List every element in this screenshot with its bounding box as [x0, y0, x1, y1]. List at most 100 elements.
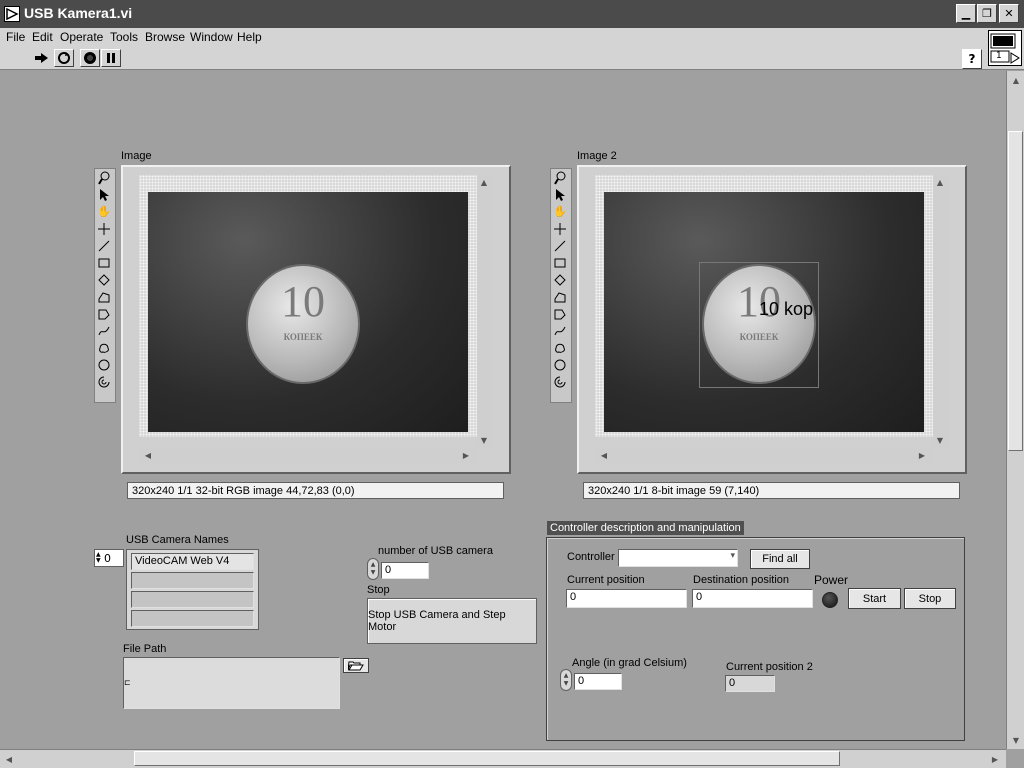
scroll-up-icon[interactable]: ▲: [477, 175, 491, 189]
run-arrow-icon: [35, 53, 48, 63]
image1-hscroll[interactable]: ◀ ▶: [139, 447, 477, 463]
run-button[interactable]: [32, 49, 52, 67]
start-button[interactable]: Start: [848, 588, 901, 609]
crosshair-icon[interactable]: [95, 220, 113, 237]
scroll-right-icon[interactable]: ▶: [915, 448, 929, 462]
menu-bar: File Edit Operate Tools Browse Window He…: [0, 28, 1024, 46]
hscroll-thumb[interactable]: [134, 751, 840, 766]
title-bar: USB Kamera1.vi ▁ ❐ ✕: [0, 0, 1024, 28]
decrement-icon[interactable]: ▼: [564, 680, 569, 688]
panel-hscroll[interactable]: ◀ ▶: [0, 749, 1006, 768]
restore-button[interactable]: ❐: [977, 4, 997, 23]
destination-position-label: Destination position: [693, 574, 790, 586]
scroll-up-icon[interactable]: ▲: [1009, 73, 1023, 87]
scroll-down-icon[interactable]: ▼: [477, 433, 491, 447]
power-label: Power: [814, 573, 849, 587]
menu-browse[interactable]: Browse: [145, 30, 185, 44]
menu-tools[interactable]: Tools: [110, 30, 138, 44]
increment-icon[interactable]: ▲: [564, 672, 569, 680]
polygon-icon[interactable]: [95, 288, 113, 305]
minimize-button[interactable]: ▁: [956, 4, 976, 23]
hand-icon[interactable]: ✋: [95, 203, 113, 220]
scroll-down-icon[interactable]: ▼: [933, 433, 947, 447]
scroll-right-icon[interactable]: ▶: [459, 448, 473, 462]
scroll-right-icon[interactable]: ▶: [988, 752, 1002, 766]
zoom-icon[interactable]: [551, 169, 569, 186]
number-camera-spinner[interactable]: ▲ ▼: [367, 558, 379, 580]
oval-icon[interactable]: [551, 356, 569, 373]
scroll-down-icon[interactable]: ▼: [1009, 733, 1023, 747]
rectangle-icon[interactable]: [551, 254, 569, 271]
line-icon[interactable]: [95, 237, 113, 254]
number-camera-input[interactable]: 0: [381, 562, 429, 579]
freehand-region-icon[interactable]: [551, 339, 569, 356]
scroll-left-icon[interactable]: ◀: [2, 752, 16, 766]
zoom-icon[interactable]: [95, 169, 113, 186]
decrement-icon[interactable]: ▼: [371, 569, 376, 577]
menu-file[interactable]: File: [6, 30, 25, 44]
controller-stop-button[interactable]: Stop: [904, 588, 956, 609]
usb-camera-name-0[interactable]: VideoCAM Web V4: [131, 553, 254, 570]
menu-operate[interactable]: Operate: [60, 30, 103, 44]
file-path-label: File Path: [123, 643, 167, 655]
image1-display[interactable]: 10 КОПЕЕК ▲ ▼ ◀ ▶: [121, 165, 511, 474]
scroll-up-icon[interactable]: ▲: [933, 175, 947, 189]
usb-camera-name-2[interactable]: [131, 591, 254, 608]
current-position-field[interactable]: 0: [566, 589, 687, 608]
rotated-rect-icon[interactable]: [95, 271, 113, 288]
increment-icon[interactable]: ▲: [371, 561, 376, 569]
file-path-input[interactable]: [123, 657, 340, 709]
browse-folder-button[interactable]: [343, 658, 369, 673]
annulus-icon[interactable]: [551, 373, 569, 390]
labview-app-icon[interactable]: [4, 6, 20, 22]
oval-icon[interactable]: [95, 356, 113, 373]
vscroll-thumb[interactable]: [1008, 131, 1023, 451]
chevron-down-icon[interactable]: ▾: [730, 550, 735, 561]
rotated-rect-icon[interactable]: [551, 271, 569, 288]
usb-camera-name-1[interactable]: [131, 572, 254, 589]
coin-subtext: КОПЕЕК: [283, 332, 323, 342]
image2-vscroll[interactable]: ▲ ▼: [933, 175, 949, 447]
angle-spinner[interactable]: ▲ ▼: [560, 669, 572, 691]
index-arrows-icon[interactable]: ▲ ▼: [96, 552, 104, 564]
image2-tool-palette: ✋: [550, 168, 572, 403]
close-button[interactable]: ✕: [999, 4, 1019, 23]
freehand-polygon-icon[interactable]: [95, 305, 113, 322]
crosshair-icon[interactable]: [551, 220, 569, 237]
freehand-region-icon[interactable]: [95, 339, 113, 356]
image1-vscroll[interactable]: ▲ ▼: [477, 175, 493, 447]
freehand-polygon-icon[interactable]: [551, 305, 569, 322]
run-continuously-button[interactable]: [54, 49, 74, 67]
menu-edit[interactable]: Edit: [32, 30, 53, 44]
pointer-icon[interactable]: [551, 186, 569, 203]
rectangle-icon[interactable]: [95, 254, 113, 271]
stop-usb-camera-button[interactable]: Stop USB Camera and Step Motor: [367, 598, 537, 644]
pointer-icon[interactable]: [95, 186, 113, 203]
annulus-icon[interactable]: [95, 373, 113, 390]
vi-icon[interactable]: 1: [988, 30, 1022, 66]
image1-photo[interactable]: 10 КОПЕЕК: [148, 192, 468, 432]
usb-camera-name-3[interactable]: [131, 610, 254, 627]
usb-camera-index[interactable]: ▲ ▼ 0: [94, 549, 124, 567]
line-icon[interactable]: [551, 237, 569, 254]
abort-button[interactable]: [80, 49, 100, 67]
image2-photo[interactable]: 10 КОПЕЕК 10 kop: [604, 192, 924, 432]
hand-icon[interactable]: ✋: [551, 203, 569, 220]
scroll-left-icon[interactable]: ◀: [597, 448, 611, 462]
panel-vscroll[interactable]: ▲ ▼: [1006, 71, 1024, 749]
angle-input[interactable]: 0: [574, 673, 622, 690]
scroll-left-icon[interactable]: ◀: [141, 448, 155, 462]
find-all-button[interactable]: Find all: [750, 549, 810, 569]
context-help-button[interactable]: ?: [962, 49, 982, 69]
controller-select[interactable]: ▾: [618, 549, 738, 567]
destination-position-field[interactable]: 0: [692, 589, 813, 608]
number-camera-label: number of USB camera: [378, 545, 493, 557]
freehand-line-icon[interactable]: [95, 322, 113, 339]
pause-button[interactable]: [101, 49, 121, 67]
image2-hscroll[interactable]: ◀ ▶: [595, 447, 933, 463]
menu-help[interactable]: Help: [237, 30, 262, 44]
menu-window[interactable]: Window: [190, 30, 233, 44]
image2-display[interactable]: 10 КОПЕЕК 10 kop ▲ ▼ ◀ ▶: [577, 165, 967, 474]
polygon-icon[interactable]: [551, 288, 569, 305]
freehand-line-icon[interactable]: [551, 322, 569, 339]
